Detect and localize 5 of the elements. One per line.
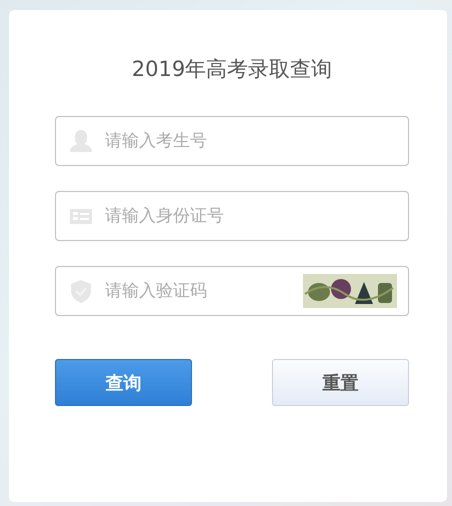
reset-button[interactable]: 重置 [272, 359, 409, 406]
form-title: 2019年高考录取查询 [130, 56, 334, 83]
query-button[interactable]: 查询 [55, 359, 192, 406]
input-field[interactable]: 请输入身份证号 [55, 191, 409, 241]
input-field[interactable]: 请输入考生号 [55, 116, 409, 166]
